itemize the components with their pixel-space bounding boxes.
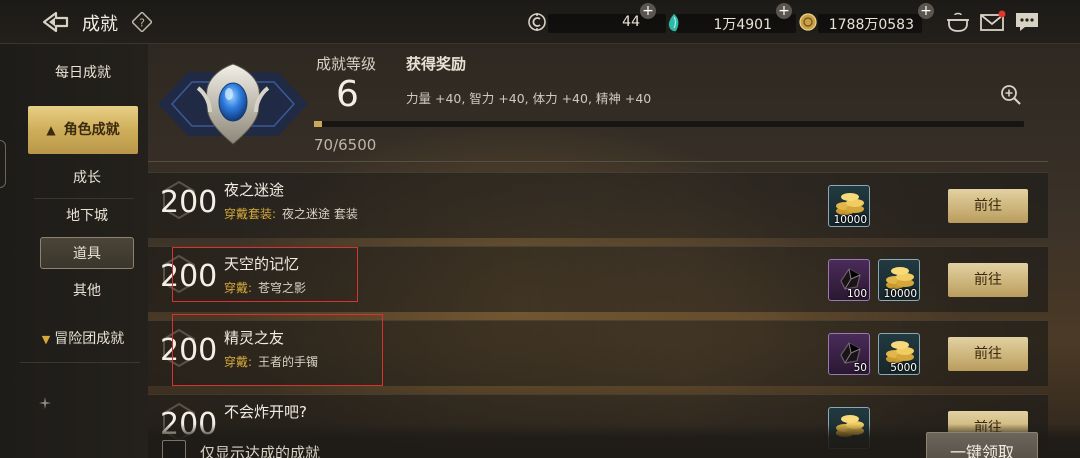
level-value: 6: [336, 74, 359, 115]
top-bar: 成就 ? 44 + 1万4901 + 1788万0583 +: [0, 0, 1080, 44]
resource-2: 1万4901: [690, 12, 772, 34]
chevron-up-icon: ▲: [46, 123, 56, 137]
teal-crystal-icon: [668, 14, 679, 32]
resource-1: 44: [560, 12, 640, 34]
sparkle-icon: [39, 397, 51, 409]
sidebar-sub-other[interactable]: 其他: [40, 275, 134, 307]
resource-1-plus-button[interactable]: +: [640, 3, 656, 19]
requirement-value: 王者的手镯: [258, 355, 319, 369]
resource-3-value: 1788万0583: [828, 17, 914, 33]
achievement-name: 不会炸开吧?: [224, 403, 307, 421]
level-label: 成就等级: [316, 55, 377, 73]
go-button[interactable]: 前往: [948, 189, 1028, 223]
achievement-points: 200: [160, 259, 218, 294]
sidebar-item-adventure[interactable]: ▼ 冒险团成就: [28, 324, 138, 354]
reward-quantity: 100: [846, 288, 867, 300]
cauldron-icon[interactable]: [944, 9, 972, 35]
sidebar-item-character[interactable]: ▲ 角色成就: [28, 106, 138, 154]
show-completed-checkbox[interactable]: [162, 440, 186, 458]
sidebar: 每日成就 ▲ 角色成就 成长 地下城 道具 其他 ▼ 冒险团成就: [0, 44, 148, 458]
achievement-row: 200 天空的记忆 穿戴: 苍穹之影 100 10000 前往: [148, 246, 1048, 312]
sidebar-divider: [34, 198, 134, 199]
requirement-label: 穿戴:: [224, 281, 253, 295]
reward-quantity: 10000: [833, 214, 867, 226]
show-completed-label: 仅显示达成的成就: [200, 444, 321, 458]
sidebar-sub-growth[interactable]: 成长: [40, 162, 134, 194]
achievement-requirement: 穿戴: 王者的手镯: [224, 353, 318, 370]
requirement-label: 穿戴套装:: [224, 207, 277, 221]
sidebar-sub-item[interactable]: 道具: [40, 237, 134, 269]
requirement-value: 苍穹之影: [258, 281, 307, 295]
achievement-level-panel: 成就等级 6 获得奖励 力量 +40, 智力 +40, 体力 +40, 精神 +…: [148, 44, 1048, 162]
achievement-row: 200 夜之迷途 穿戴套装: 夜之迷途 套装 10000 前往: [148, 172, 1048, 238]
requirement-label: 穿戴:: [224, 355, 253, 369]
gold-coin-icon: [799, 13, 817, 31]
go-button[interactable]: 前往: [948, 337, 1028, 371]
achievement-name: 夜之迷途: [224, 181, 285, 199]
reward-gold-coins[interactable]: 10000: [878, 259, 920, 301]
c-coin-icon: [528, 13, 546, 31]
back-arrow-icon[interactable]: [40, 9, 70, 35]
collect-all-button[interactable]: 一键领取: [926, 432, 1038, 458]
level-progress-fill: [314, 121, 322, 127]
svg-text:?: ?: [139, 17, 145, 30]
help-icon[interactable]: ?: [132, 12, 152, 32]
resource-3: 1788万0583: [826, 12, 914, 34]
zoom-in-icon[interactable]: [1000, 84, 1022, 106]
reward-label: 获得奖励: [406, 55, 467, 73]
reward-gold-coins[interactable]: 10000: [828, 185, 870, 227]
achievement-points: 200: [160, 185, 218, 220]
achievement-requirement: 穿戴: 苍穹之影: [224, 279, 306, 296]
achievement-row: 200 精灵之友 穿戴: 王者的手镯 50 5000 前往: [148, 320, 1048, 386]
reward-quantity: 50: [853, 362, 867, 374]
mail-icon[interactable]: [978, 9, 1006, 35]
reward-purple-item[interactable]: 100: [828, 259, 870, 301]
resource-2-plus-button[interactable]: +: [776, 3, 792, 19]
sidebar-handle[interactable]: [0, 140, 6, 188]
achievement-points: 200: [160, 333, 218, 368]
reward-quantity: 10000: [883, 288, 917, 300]
resource-1-value: 44: [622, 14, 640, 30]
level-progress-bar: [314, 121, 1024, 127]
chat-icon[interactable]: [1013, 9, 1041, 35]
sidebar-item-daily[interactable]: 每日成就: [28, 58, 138, 88]
sidebar-item-adventure-label: 冒险团成就: [54, 331, 125, 347]
resource-3-plus-button[interactable]: +: [918, 3, 934, 19]
reward-stats: 力量 +40, 智力 +40, 体力 +40, 精神 +40: [406, 91, 652, 106]
achievement-emblem-icon: [158, 63, 308, 145]
chevron-down-icon: ▼: [41, 333, 51, 346]
achievement-name: 精灵之友: [224, 329, 285, 347]
sidebar-item-character-label: 角色成就: [63, 122, 120, 138]
achievement-requirement: 穿戴套装: 夜之迷途 套装: [224, 205, 358, 222]
sidebar-divider: [20, 362, 140, 363]
level-progress-text: 70/6500: [314, 136, 377, 154]
reward-purple-item[interactable]: 50: [828, 333, 870, 375]
header-divider: [148, 161, 1048, 162]
sidebar-sub-dungeon[interactable]: 地下城: [40, 200, 134, 232]
go-button[interactable]: 前往: [948, 263, 1028, 297]
achievement-name: 天空的记忆: [224, 255, 300, 273]
page-title: 成就: [82, 14, 118, 35]
resource-2-value: 1万4901: [713, 17, 772, 33]
reward-gold-coins[interactable]: 5000: [878, 333, 920, 375]
reward-quantity: 5000: [890, 362, 917, 374]
requirement-value: 夜之迷途 套装: [282, 207, 358, 221]
